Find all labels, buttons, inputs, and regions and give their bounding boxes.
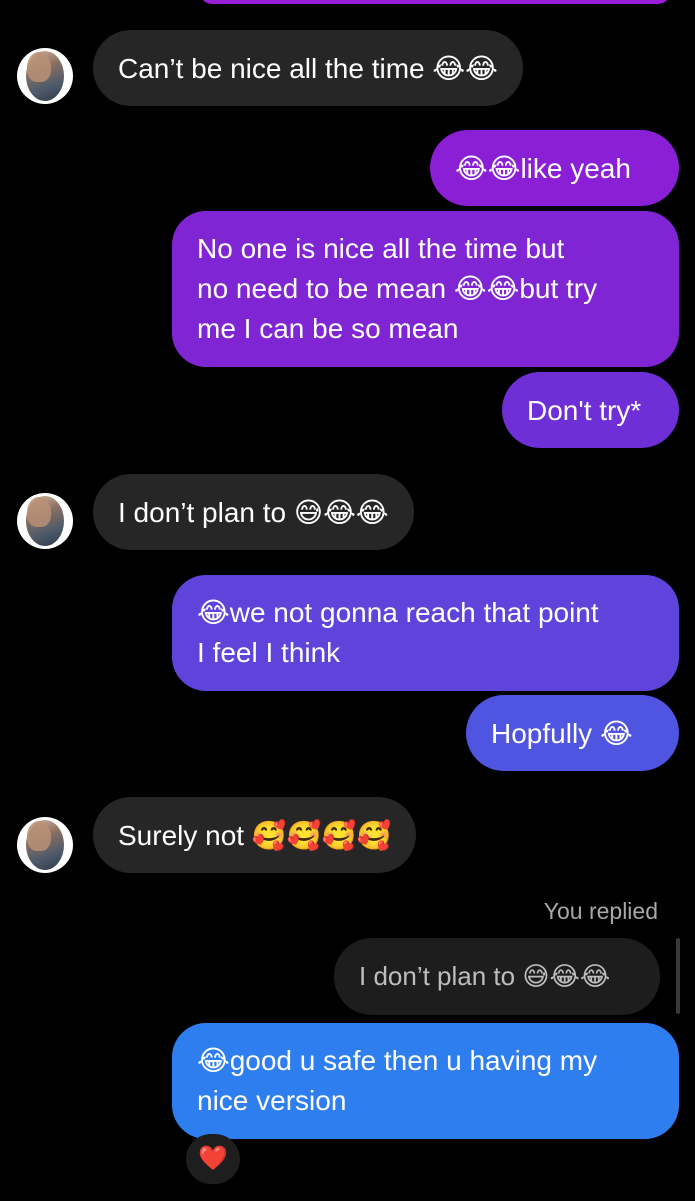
quoted-message[interactable]: I don’t plan to 😅😂😂 <box>334 938 660 1015</box>
incoming-message[interactable]: I don’t plan to 😅😂😂 <box>93 474 414 550</box>
reply-indicator-bar <box>676 938 680 1014</box>
heart-icon[interactable]: ❤️ <box>186 1134 240 1184</box>
outgoing-message[interactable]: No one is nice all the time but no need … <box>172 211 679 367</box>
avatar[interactable] <box>17 493 73 549</box>
incoming-message[interactable]: Surely not 🥰🥰🥰🥰 <box>93 797 417 873</box>
reply-status: You replied <box>543 898 658 924</box>
outgoing-message[interactable]: Hopfully 😂 <box>466 695 679 771</box>
avatar[interactable] <box>17 817 73 873</box>
outgoing-message[interactable]: 😂good u safe then u having my nice versi… <box>172 1023 679 1139</box>
outgoing-message[interactable]: 😂we not gonna reach that point I feel I … <box>172 575 679 691</box>
incoming-message[interactable]: Can’t be nice all the time 😂😂 <box>93 30 523 106</box>
outgoing-message[interactable]: 😂😂like yeah <box>430 130 679 206</box>
laughing-emoji: 😂😂 <box>455 153 521 184</box>
previous-message-edge <box>200 0 670 4</box>
sweat-smile-emoji: 😅😂😂 <box>522 961 611 991</box>
avatar[interactable] <box>17 48 73 104</box>
laughing-emoji: 😂 <box>197 1045 230 1076</box>
laughing-emoji: 😂 <box>599 718 633 749</box>
laughing-emoji: 😂😂 <box>432 53 498 84</box>
laughing-emoji: 😂 <box>197 597 230 628</box>
laughing-emoji: 😂😂 <box>453 273 520 304</box>
sweat-smile-emoji: 😅😂😂 <box>293 497 389 528</box>
outgoing-message[interactable]: Don't try* <box>502 372 679 448</box>
smiling-hearts-emoji: 🥰🥰🥰🥰 <box>251 820 392 851</box>
